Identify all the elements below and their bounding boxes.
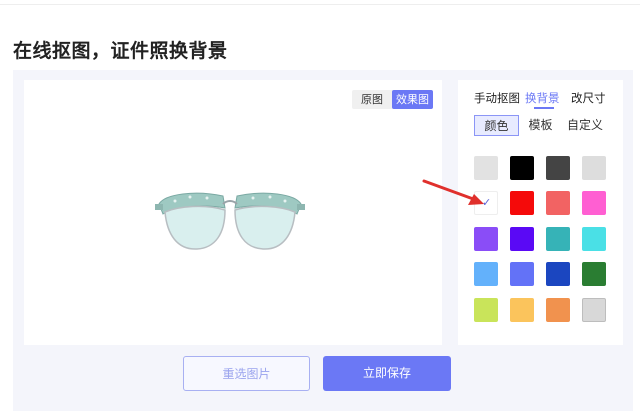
sunglasses-image	[155, 192, 305, 250]
subtab-custom[interactable]: 自定义	[563, 115, 607, 136]
color-swatch[interactable]	[582, 298, 606, 322]
tab-resize[interactable]: 改尺寸	[571, 90, 606, 106]
color-swatch[interactable]	[546, 191, 570, 215]
arrow-annotation-icon	[422, 179, 484, 205]
subtab-template[interactable]: 模板	[521, 115, 560, 136]
subtab-color[interactable]: 颜色	[474, 115, 519, 136]
active-tab-indicator	[534, 107, 554, 109]
color-swatch[interactable]	[510, 191, 534, 215]
top-divider	[0, 4, 640, 5]
original-view-button[interactable]: 原图	[352, 90, 392, 109]
color-swatch[interactable]	[510, 298, 534, 322]
save-now-button[interactable]: 立即保存	[323, 356, 451, 391]
color-swatch[interactable]	[474, 262, 498, 286]
color-swatch[interactable]	[474, 227, 498, 251]
color-swatch[interactable]	[546, 156, 570, 180]
view-toggle: 原图 效果图	[352, 90, 433, 109]
color-swatch[interactable]	[474, 298, 498, 322]
color-swatch[interactable]	[582, 227, 606, 251]
color-swatch[interactable]	[582, 156, 606, 180]
reselect-image-button[interactable]: 重选图片	[183, 356, 310, 391]
tab-manual-cutout[interactable]: 手动抠图	[474, 90, 520, 106]
page-title: 在线抠图，证件照换背景	[13, 40, 228, 62]
color-swatch[interactable]	[546, 227, 570, 251]
color-swatch[interactable]	[582, 262, 606, 286]
color-swatch[interactable]	[510, 262, 534, 286]
color-swatch[interactable]	[510, 156, 534, 180]
result-view-button[interactable]: 效果图	[392, 90, 433, 109]
color-swatch[interactable]	[546, 298, 570, 322]
color-swatch[interactable]	[546, 262, 570, 286]
color-swatch[interactable]	[510, 227, 534, 251]
tab-change-background[interactable]: 换背景	[525, 90, 560, 106]
color-swatch[interactable]	[582, 191, 606, 215]
